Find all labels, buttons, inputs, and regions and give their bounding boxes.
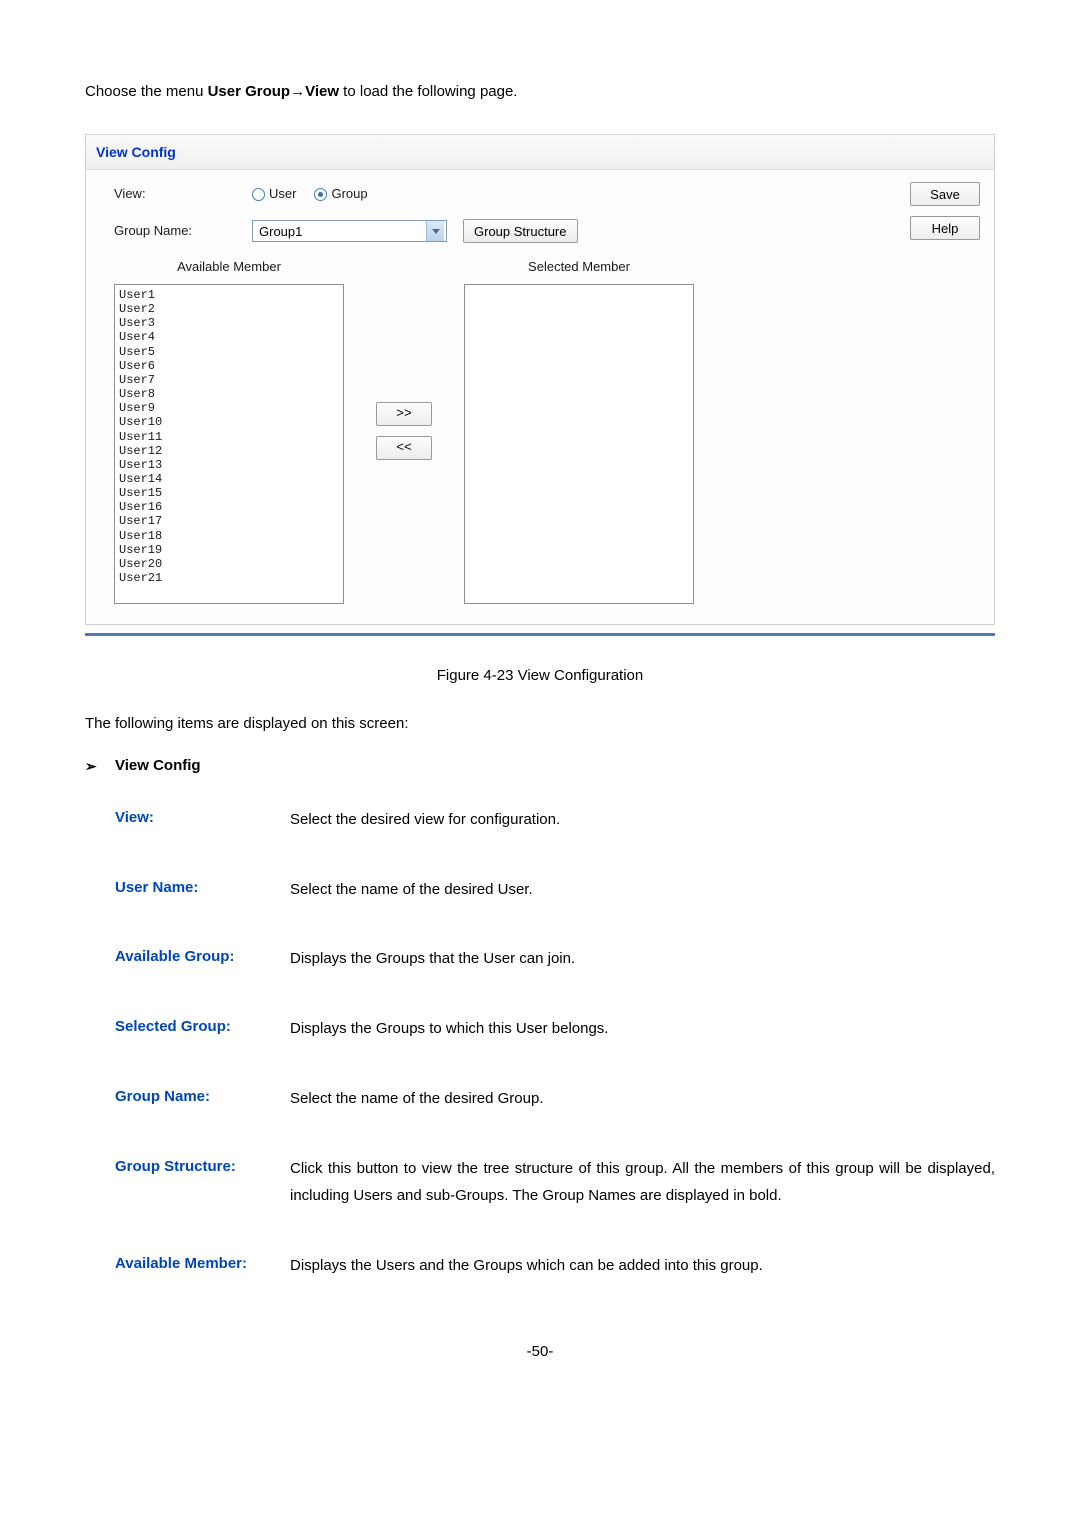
action-buttons: Save Help <box>910 182 980 240</box>
field-row: User Name:Select the name of the desired… <box>85 876 995 904</box>
transfer-buttons: >> << <box>344 257 464 604</box>
selected-listbox[interactable] <box>464 284 694 604</box>
list-item[interactable]: User5 <box>119 345 339 359</box>
field-row: Selected Group:Displays the Groups to wh… <box>85 1015 995 1043</box>
groupname-label: Group Name: <box>102 221 252 242</box>
move-left-button[interactable]: << <box>376 436 432 460</box>
view-label: View: <box>102 184 252 205</box>
field-description: Click this button to view the tree struc… <box>290 1155 995 1211</box>
save-button[interactable]: Save <box>910 182 980 206</box>
list-item[interactable]: User13 <box>119 458 339 472</box>
sub-intro: The following items are displayed on thi… <box>85 712 995 736</box>
groupname-row: Group Name: Group Structure <box>102 219 978 243</box>
field-row: Group Name:Select the name of the desire… <box>85 1085 995 1113</box>
selected-title: Selected Member <box>464 257 694 278</box>
arrow-icon: ➢ <box>85 755 115 777</box>
list-item[interactable]: User20 <box>119 557 339 571</box>
list-item[interactable]: User3 <box>119 316 339 330</box>
list-item[interactable]: User19 <box>119 543 339 557</box>
field-row: View:Select the desired view for configu… <box>85 806 995 834</box>
radio-user[interactable]: User <box>252 184 296 205</box>
group-structure-button[interactable]: Group Structure <box>463 219 578 243</box>
radio-group-label: Group <box>331 184 367 205</box>
intro-text: Choose the menu User Group→View to load … <box>85 80 995 104</box>
radio-user-label: User <box>269 184 296 205</box>
panel-bottom-border <box>85 633 995 636</box>
radio-icon <box>252 188 265 201</box>
intro-bold: User Group→View <box>208 83 339 100</box>
view-radio-group: User Group <box>252 184 368 205</box>
selected-column: Selected Member <box>464 257 694 604</box>
field-label: Available Group: <box>115 945 290 973</box>
field-label: Selected Group: <box>115 1015 290 1043</box>
field-label: View: <box>115 806 290 834</box>
list-item[interactable]: User11 <box>119 430 339 444</box>
help-button[interactable]: Help <box>910 216 980 240</box>
intro-suffix: to load the following page. <box>339 83 517 100</box>
figure-caption: Figure 4-23 View Configuration <box>85 664 995 688</box>
list-item[interactable]: User2 <box>119 302 339 316</box>
panel-title: View Config <box>86 135 994 170</box>
available-column: Available Member User1User2User3User4Use… <box>114 257 344 604</box>
list-item[interactable]: User17 <box>119 514 339 528</box>
field-row: Available Group:Displays the Groups that… <box>85 945 995 973</box>
list-item[interactable]: User9 <box>119 401 339 415</box>
field-label: Available Member: <box>115 1252 290 1280</box>
groupname-input[interactable] <box>253 222 426 241</box>
section-heading: ➢ View Config <box>85 754 995 778</box>
field-row: Group Structure:Click this button to vie… <box>85 1155 995 1211</box>
chevron-down-icon[interactable] <box>426 221 444 241</box>
list-item[interactable]: User1 <box>119 288 339 302</box>
view-row: View: User Group <box>102 184 978 205</box>
list-item[interactable]: User15 <box>119 486 339 500</box>
panel-body: Save Help View: User Group Group Name: <box>86 170 994 624</box>
field-description: Select the name of the desired User. <box>290 876 995 904</box>
list-item[interactable]: User12 <box>119 444 339 458</box>
field-description: Displays the Groups that the User can jo… <box>290 945 995 973</box>
field-label: Group Name: <box>115 1085 290 1113</box>
member-section: Available Member User1User2User3User4Use… <box>102 257 978 604</box>
list-item[interactable]: User7 <box>119 373 339 387</box>
list-item[interactable]: User16 <box>119 500 339 514</box>
field-label: User Name: <box>115 876 290 904</box>
list-item[interactable]: User8 <box>119 387 339 401</box>
page-number: -50- <box>85 1340 995 1364</box>
list-item[interactable]: User4 <box>119 330 339 344</box>
intro-prefix: Choose the menu <box>85 83 208 100</box>
view-config-panel: View Config Save Help View: User Group G… <box>85 134 995 625</box>
field-label: Group Structure: <box>115 1155 290 1211</box>
list-item[interactable]: User10 <box>119 415 339 429</box>
radio-group[interactable]: Group <box>314 184 367 205</box>
field-description: Displays the Users and the Groups which … <box>290 1252 995 1280</box>
fields-container: View:Select the desired view for configu… <box>85 806 995 1280</box>
radio-icon <box>314 188 327 201</box>
move-right-button[interactable]: >> <box>376 402 432 426</box>
field-description: Select the desired view for configuratio… <box>290 806 995 834</box>
list-item[interactable]: User6 <box>119 359 339 373</box>
field-description: Displays the Groups to which this User b… <box>290 1015 995 1043</box>
field-row: Available Member:Displays the Users and … <box>85 1252 995 1280</box>
available-title: Available Member <box>114 257 344 278</box>
available-listbox[interactable]: User1User2User3User4User5User6User7User8… <box>114 284 344 604</box>
list-item[interactable]: User14 <box>119 472 339 486</box>
list-item[interactable]: User18 <box>119 529 339 543</box>
section-heading-text: View Config <box>115 754 201 778</box>
field-description: Select the name of the desired Group. <box>290 1085 995 1113</box>
list-item[interactable]: User21 <box>119 571 339 585</box>
groupname-select[interactable] <box>252 220 447 242</box>
